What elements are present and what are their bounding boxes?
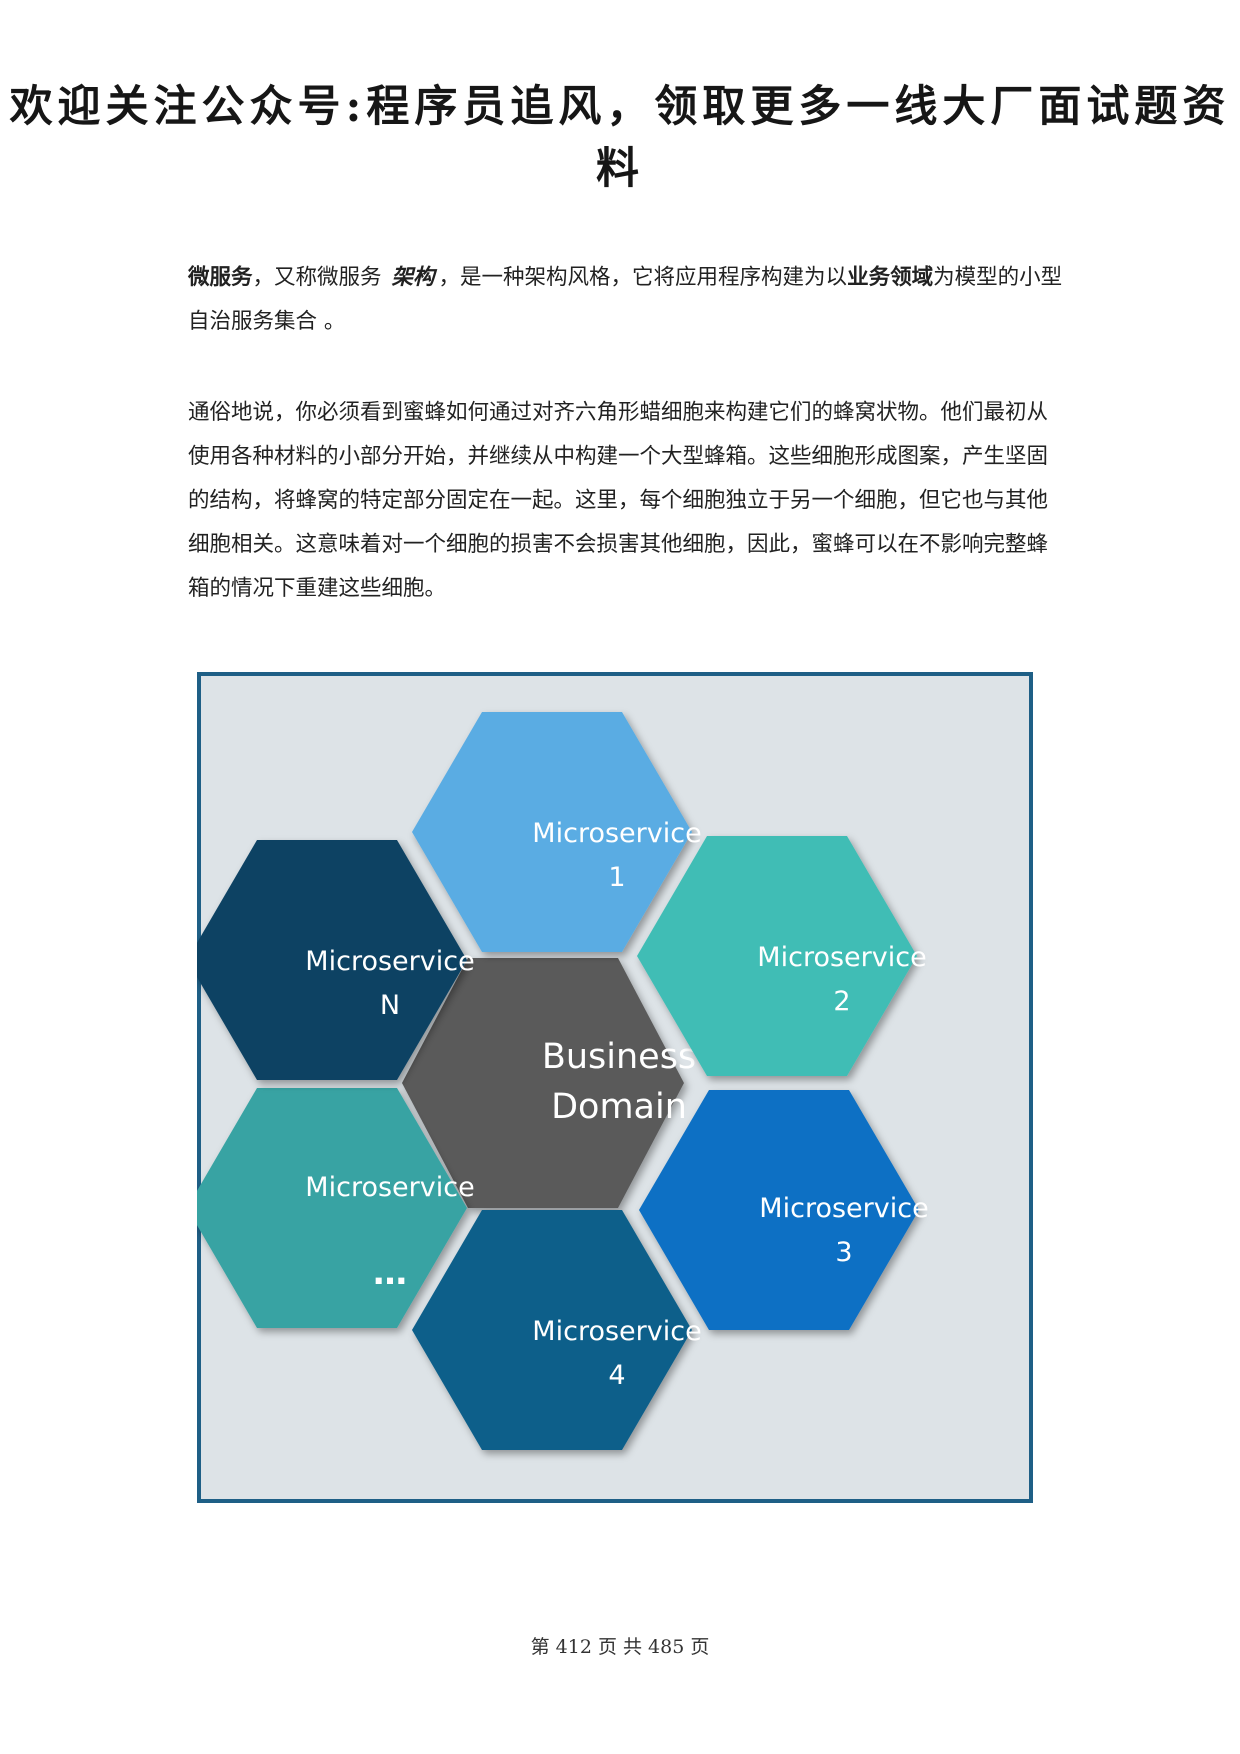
center-label-line2: Domain	[551, 1087, 687, 1127]
hex4-label-line2: 4	[608, 1360, 625, 1391]
hex3-label-line2: 3	[835, 1237, 852, 1268]
term-architecture: 架构	[391, 265, 435, 290]
hexN-label-line1: Microservice	[305, 946, 474, 977]
intro-part-1: ，又称微服务	[252, 265, 382, 290]
hex1-label-line1: Microservice	[532, 818, 701, 849]
hex3-label-line1: Microservice	[759, 1193, 928, 1224]
hex-ellipsis-label-line2: …	[373, 1253, 407, 1293]
hex2-label-line2: 2	[833, 986, 850, 1017]
hex-ellipsis-label-line1: Microservice	[305, 1172, 474, 1203]
hexN-label-line2: N	[380, 990, 400, 1021]
header-banner: 欢迎关注公众号:程序员追风，领取更多一线大厂面试题资料	[9, 82, 1231, 194]
honeycomb-paragraph: 通俗地说，你必须看到蜜蜂如何通过对齐六角形蜡细胞来构建它们的蜂窝状物。他们最初从…	[188, 400, 1049, 601]
intro-paragraph: 微服务，又称微服务 架构 ，是一种架构风格，它将应用程序构建为以业务领域为模型的小型…	[188, 256, 1068, 344]
honeycomb-figure: Business Domain Microservice 1 Microserv…	[197, 672, 1033, 1503]
hex4-label-line1: Microservice	[532, 1316, 701, 1347]
term-microservice: 微服务	[188, 265, 253, 290]
intro-part-2: ，是一种架构风格，它将应用程序构建为以	[438, 265, 848, 290]
page-number: 第 412 页 共 485 页	[530, 1636, 710, 1658]
microservices-diagram: Business Domain Microservice 1 Microserv…	[197, 672, 1037, 1507]
term-business-domain: 业务领域	[847, 265, 934, 290]
hex1-label-line2: 1	[608, 862, 625, 893]
center-label-line1: Business	[542, 1037, 696, 1077]
hex2-label-line1: Microservice	[757, 942, 926, 973]
